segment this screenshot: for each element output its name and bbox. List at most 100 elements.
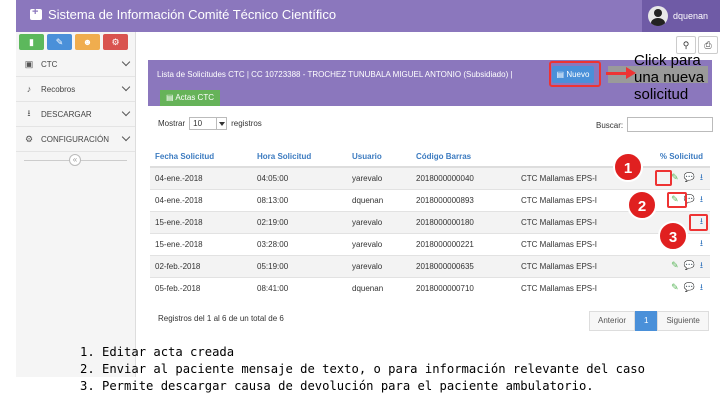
actas-label: Actas CTC (175, 93, 214, 102)
sidebar-collapse-row: « (16, 152, 135, 168)
actas-ctc-button[interactable]: ▤ Actas CTC (160, 90, 220, 106)
table-cell: 04-ene.-2018 (150, 166, 252, 189)
chevron-down-icon (121, 132, 131, 142)
table-cell: 05:19:00 (252, 254, 347, 277)
app-title: Sistema de Información Comité Técnico Ci… (48, 7, 337, 22)
table-row[interactable]: 15-ene.-2018 03:28:00 yarevalo 201800000022… (150, 232, 710, 255)
bell-icon: ♪ (26, 84, 32, 94)
search-label: Buscar: (596, 121, 624, 130)
message-icon[interactable]: 💬 (684, 282, 695, 293)
download-icon[interactable]: ⭳ (700, 170, 703, 186)
row-actions: ✎ 💬 ⭳ (626, 254, 710, 277)
sidebar-item-recobros[interactable]: ♪ Recobros (16, 77, 135, 102)
gear-icon: ⚙ (24, 133, 34, 144)
column-header[interactable]: Hora Solicitud (252, 147, 347, 168)
table-cell: 05-feb.-2018 (150, 276, 252, 299)
table-cell: CTC Mallamas EPS-I (516, 188, 626, 211)
table-cell: 08:13:00 (252, 188, 347, 211)
pencil-icon[interactable]: ✎ (671, 282, 679, 293)
download-icon[interactable]: ⭳ (700, 280, 703, 296)
table-cell: 2018000000710 (411, 276, 516, 299)
column-header[interactable]: Usuario (347, 147, 411, 168)
pencil-icon[interactable]: ✎ (47, 34, 72, 50)
table-cell: 2018000000040 (411, 166, 516, 189)
note-line: 2. Enviar al paciente mensaje de texto, … (80, 362, 645, 376)
table-cell: dquenan (347, 188, 411, 211)
sidebar-item-ctc[interactable]: ▣ CTC (16, 52, 135, 77)
callout-arrow (606, 72, 628, 75)
link-icon: % (659, 152, 670, 161)
table-cell: 04:05:00 (252, 166, 347, 189)
pagination: Anterior 1 Siguiente (589, 311, 709, 331)
next-page-button[interactable]: Siguiente (657, 311, 709, 331)
column-header-label: Solicitud (669, 152, 703, 161)
table-info: Registros del 1 al 6 de un total de 6 (158, 314, 284, 323)
prev-page-button[interactable]: Anterior (589, 311, 636, 331)
download-icon[interactable]: ⭳ (700, 236, 703, 252)
message-icon[interactable]: 💬 (684, 260, 695, 271)
table-cell: 2018000000635 (411, 254, 516, 277)
sidebar-item-label: CONFIGURACIÓN (41, 134, 109, 144)
records-label: registros (231, 119, 262, 128)
instruction-notes: 1. Editar acta creada 2. Enviar al pacie… (80, 344, 645, 395)
edit-highlight-box (655, 170, 672, 186)
page-size-control: Mostrar 10 registros (158, 117, 262, 130)
table-cell: 2018000000893 (411, 188, 516, 211)
table-cell: CTC Mallamas EPS-I (516, 166, 626, 189)
row-actions: ✎ 💬 ⭳ (626, 276, 710, 299)
sidebar-shortcuts: ▮ ✎ ☻ ⚙ (16, 32, 135, 52)
annotation-badge-2: 2 (627, 190, 657, 220)
pencil-icon[interactable]: ✎ (671, 260, 679, 271)
pencil-icon[interactable]: ✎ (671, 172, 679, 183)
table-cell: 04-ene.-2018 (150, 188, 252, 211)
sidebar-item-label: CTC (41, 59, 58, 69)
table-cell: yarevalo (347, 210, 411, 233)
table-cell: CTC Mallamas EPS-I (516, 276, 626, 299)
table-cell: 02-feb.-2018 (150, 254, 252, 277)
medical-kit-icon (30, 6, 42, 20)
table-cell: CTC Mallamas EPS-I (516, 232, 626, 255)
chevron-down-icon (121, 107, 131, 117)
cogs-icon[interactable]: ⚙ (103, 34, 128, 50)
panel-title: Lista de Solicitudes CTC | CC 10723388 -… (157, 70, 513, 79)
download-highlight-box (689, 214, 708, 231)
table-row[interactable]: 02-feb.-2018 05:19:00 yarevalo 201800000063… (150, 254, 710, 277)
file-icon: ▤ (165, 93, 176, 102)
table-cell: 15-ene.-2018 (150, 210, 252, 233)
user-menu[interactable]: dquenan (642, 0, 720, 32)
table-cell: 02:19:00 (252, 210, 347, 233)
chart-icon[interactable]: ▮ (19, 34, 44, 50)
table-cell: 15-ene.-2018 (150, 232, 252, 255)
sidebar-item-configuracion[interactable]: ⚙ CONFIGURACIÓN (16, 127, 135, 152)
table-cell: 2018000000221 (411, 232, 516, 255)
sidebar: ▮ ✎ ☻ ⚙ ▣ CTC ♪ Recobros ⭳ DESCARGAR ⚙ C… (16, 32, 136, 377)
download-icon[interactable]: ⭳ (700, 258, 703, 274)
search-input[interactable] (627, 117, 713, 132)
message-highlight-box (667, 192, 687, 208)
page-button[interactable]: 1 (635, 311, 658, 331)
page-size-value: 10 (193, 119, 203, 128)
show-label: Mostrar (158, 119, 186, 128)
message-icon[interactable]: 💬 (684, 172, 695, 183)
username[interactable]: dquenan (673, 11, 708, 21)
top-bar: Sistema de Información Comité Técnico Ci… (16, 0, 720, 32)
annotation-badge-3: 3 (658, 221, 688, 251)
column-header[interactable]: Código Barras (411, 147, 516, 168)
download-icon[interactable]: ⭳ (700, 192, 703, 208)
collapse-sidebar-icon[interactable]: « (69, 154, 81, 166)
table-row[interactable]: 15-ene.-2018 02:19:00 yarevalo 201800000018… (150, 210, 710, 233)
sidebar-item-descargar[interactable]: ⭳ DESCARGAR (16, 102, 135, 127)
avatar[interactable] (648, 6, 668, 26)
table-row[interactable]: 05-feb.-2018 08:41:00 dquenan 2018000000710… (150, 276, 710, 299)
column-header[interactable]: Fecha Solicitud (150, 147, 252, 168)
table-row[interactable]: 04-ene.-2018 08:13:00 dquenan 2018000000893… (150, 188, 710, 211)
table-cell: CTC Mallamas EPS-I (516, 210, 626, 233)
chevron-down-icon (216, 118, 226, 129)
column-header[interactable] (516, 147, 626, 168)
note-line: 1. Editar acta creada (80, 345, 235, 359)
page-size-select[interactable]: 10 (189, 117, 228, 130)
sidebar-item-label: DESCARGAR (41, 109, 92, 119)
briefcase-icon: ▣ (24, 58, 34, 69)
users-icon[interactable]: ☻ (75, 34, 100, 50)
table-cell: 03:28:00 (252, 232, 347, 255)
